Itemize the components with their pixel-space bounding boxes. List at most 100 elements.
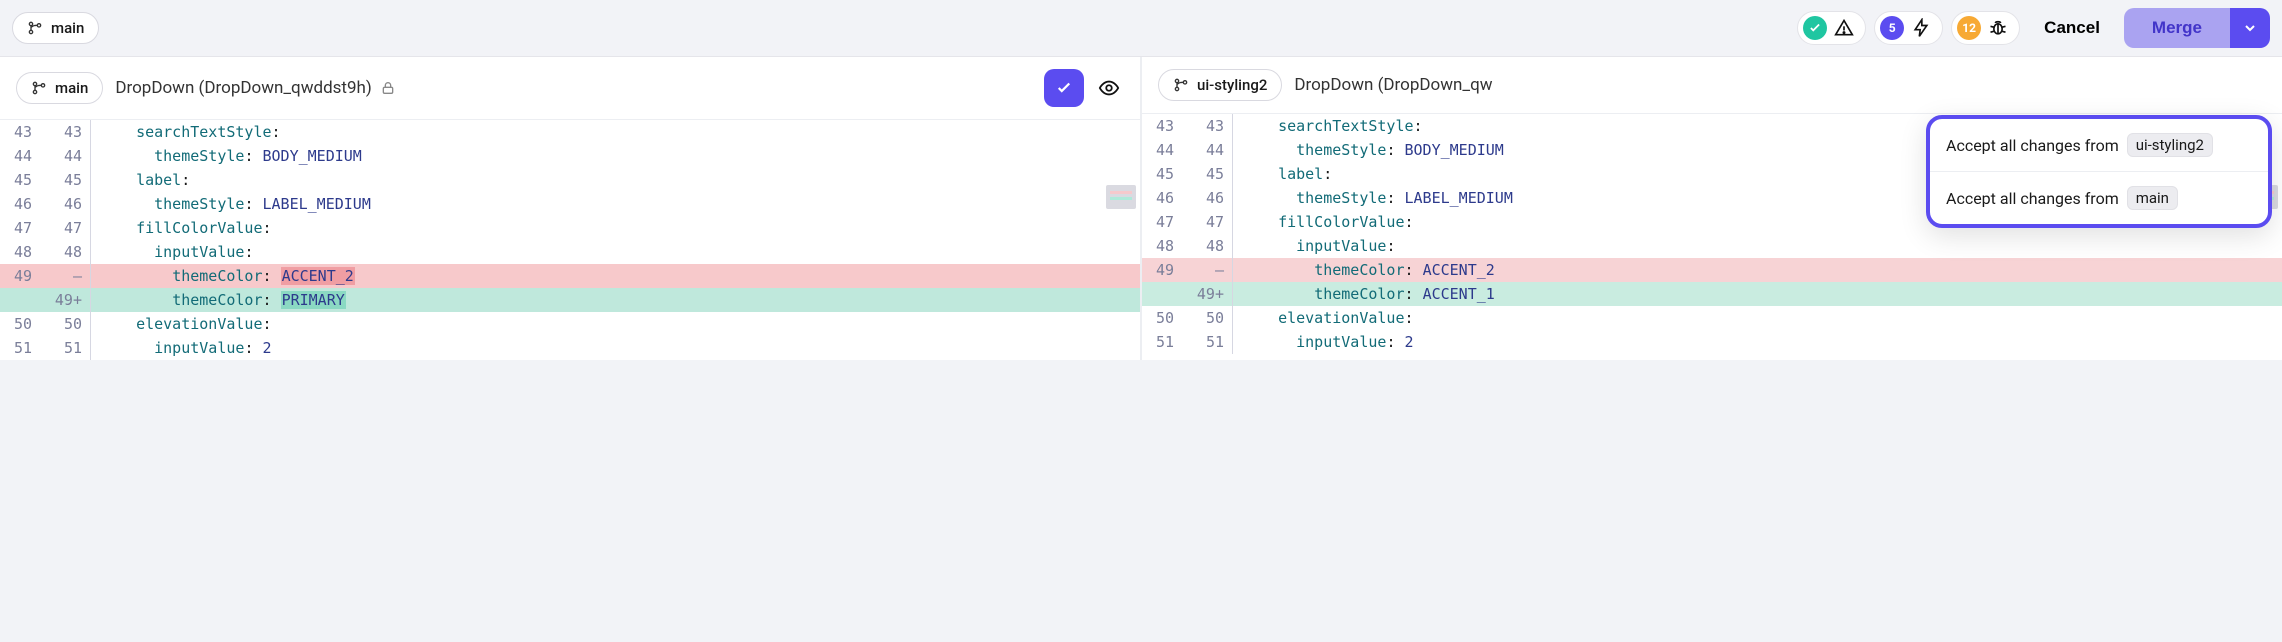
gutter-new: 43 bbox=[40, 120, 90, 144]
pane-title-right: DropDown (DropDown_qw bbox=[1294, 75, 1492, 95]
gutter-old: 44 bbox=[0, 144, 40, 168]
code-content: inputValue: bbox=[118, 240, 253, 264]
gutter-new: 51 bbox=[1182, 330, 1232, 354]
gutter-old: 46 bbox=[0, 192, 40, 216]
code-content: elevationValue: bbox=[118, 312, 272, 336]
gutter-old: 45 bbox=[0, 168, 40, 192]
code-content: searchTextStyle: bbox=[1260, 114, 1423, 138]
code-row: 49— themeColor: ACCENT_2 bbox=[0, 264, 1140, 288]
accept-all-from-source[interactable]: Accept all changes from main bbox=[1930, 171, 2268, 224]
indent-guide bbox=[90, 120, 118, 144]
gutter-new: 47 bbox=[40, 216, 90, 240]
code-content: themeStyle: BODY_MEDIUM bbox=[118, 144, 362, 168]
indent-guide bbox=[1232, 186, 1260, 210]
indent-guide bbox=[1232, 114, 1260, 138]
gutter-old: 45 bbox=[1142, 162, 1182, 186]
code-view-left[interactable]: 4343 searchTextStyle:4444 themeStyle: BO… bbox=[0, 120, 1140, 360]
gutter-old bbox=[1142, 282, 1182, 306]
bug-icon bbox=[1987, 17, 2009, 39]
gutter-old: 46 bbox=[1142, 186, 1182, 210]
gutter-new: 46 bbox=[1182, 186, 1232, 210]
code-row: 5151 inputValue: 2 bbox=[1142, 330, 2282, 354]
indent-guide bbox=[90, 312, 118, 336]
merge-button[interactable]: Merge bbox=[2124, 8, 2230, 48]
code-row: 4848 inputValue: bbox=[1142, 234, 2282, 258]
status-group: 5 12 bbox=[1797, 11, 2020, 45]
code-content: label: bbox=[1260, 162, 1332, 186]
branch-chip: ui-styling2 bbox=[2127, 133, 2213, 157]
pane-branch-selector-right[interactable]: ui-styling2 bbox=[1158, 69, 1282, 101]
indent-guide bbox=[90, 192, 118, 216]
code-row: 4343 searchTextStyle: bbox=[0, 120, 1140, 144]
gutter-new: 45 bbox=[1182, 162, 1232, 186]
gutter-new: 48 bbox=[1182, 234, 1232, 258]
indent-guide bbox=[90, 168, 118, 192]
code-content: themeStyle: LABEL_MEDIUM bbox=[118, 192, 371, 216]
indent-guide bbox=[90, 288, 118, 312]
code-row: 4646 themeStyle: LABEL_MEDIUM bbox=[0, 192, 1140, 216]
preview-left-button[interactable] bbox=[1094, 73, 1124, 103]
cancel-button[interactable]: Cancel bbox=[2030, 10, 2114, 46]
gutter-old: 47 bbox=[0, 216, 40, 240]
gutter-new: 48 bbox=[40, 240, 90, 264]
gutter-old: 49 bbox=[1142, 258, 1182, 282]
bolt-icon bbox=[1910, 17, 1932, 39]
status-warnings[interactable]: 5 bbox=[1874, 11, 1943, 45]
minimap-left[interactable] bbox=[1106, 185, 1136, 209]
indent-guide bbox=[90, 264, 118, 288]
code-content: fillColorValue: bbox=[118, 216, 272, 240]
code-row: 4444 themeStyle: BODY_MEDIUM bbox=[0, 144, 1140, 168]
status-issues[interactable]: 12 bbox=[1951, 11, 2020, 45]
indent-guide bbox=[1232, 234, 1260, 258]
code-row: 49— themeColor: ACCENT_2 bbox=[1142, 258, 2282, 282]
accept-all-from-target[interactable]: Accept all changes from ui-styling2 bbox=[1930, 119, 2268, 171]
eye-icon bbox=[1098, 77, 1120, 99]
dropdown-item-prefix: Accept all changes from bbox=[1946, 136, 2119, 155]
code-content: elevationValue: bbox=[1260, 306, 1414, 330]
gutter-new: 49+ bbox=[40, 288, 90, 312]
gutter-old: 48 bbox=[1142, 234, 1182, 258]
code-content: fillColorValue: bbox=[1260, 210, 1414, 234]
code-row: 5050 elevationValue: bbox=[0, 312, 1140, 336]
chevron-down-icon bbox=[2242, 20, 2258, 36]
gutter-new: 44 bbox=[40, 144, 90, 168]
indent-guide bbox=[90, 240, 118, 264]
gutter-new: 46 bbox=[40, 192, 90, 216]
code-row: 4848 inputValue: bbox=[0, 240, 1140, 264]
status-checks[interactable] bbox=[1797, 11, 1866, 45]
warning-triangle-icon bbox=[1833, 17, 1855, 39]
code-row: 4545 label: bbox=[0, 168, 1140, 192]
gutter-new: — bbox=[1182, 258, 1232, 282]
gutter-old: 48 bbox=[0, 240, 40, 264]
warnings-count-badge: 5 bbox=[1880, 16, 1904, 40]
gutter-new: 49+ bbox=[1182, 282, 1232, 306]
gutter-new: 43 bbox=[1182, 114, 1232, 138]
accept-left-button[interactable] bbox=[1044, 69, 1084, 107]
code-row: 5050 elevationValue: bbox=[1142, 306, 2282, 330]
code-content: themeColor: ACCENT_2 bbox=[118, 264, 355, 288]
gutter-new: 51 bbox=[40, 336, 90, 360]
merge-caret-button[interactable] bbox=[2230, 8, 2270, 48]
branch-name: main bbox=[51, 19, 84, 37]
pane-title-left: DropDown (DropDown_qwddst9h) bbox=[115, 78, 396, 98]
gutter-old: 50 bbox=[0, 312, 40, 336]
gutter-new: 50 bbox=[40, 312, 90, 336]
merge-dropdown-menu: Accept all changes from ui-styling2 Acce… bbox=[1926, 115, 2272, 228]
diff-area: main DropDown (DropDown_qwddst9h) bbox=[0, 56, 2282, 360]
gutter-new: — bbox=[40, 264, 90, 288]
code-content: searchTextStyle: bbox=[118, 120, 281, 144]
code-row: 49+ themeColor: PRIMARY bbox=[0, 288, 1140, 312]
code-row: 4747 fillColorValue: bbox=[0, 216, 1140, 240]
merge-button-group: Merge bbox=[2124, 8, 2270, 48]
code-content: themeStyle: BODY_MEDIUM bbox=[1260, 138, 1504, 162]
gutter-old: 51 bbox=[1142, 330, 1182, 354]
branch-chip: main bbox=[2127, 186, 2178, 210]
pane-branch-selector-left[interactable]: main bbox=[16, 72, 103, 104]
code-content: themeStyle: LABEL_MEDIUM bbox=[1260, 186, 1513, 210]
indent-guide bbox=[1232, 162, 1260, 186]
gutter-new: 44 bbox=[1182, 138, 1232, 162]
code-content: themeColor: ACCENT_2 bbox=[1260, 258, 1495, 282]
gutter-old: 51 bbox=[0, 336, 40, 360]
indent-guide bbox=[1232, 306, 1260, 330]
branch-selector[interactable]: main bbox=[12, 12, 99, 44]
